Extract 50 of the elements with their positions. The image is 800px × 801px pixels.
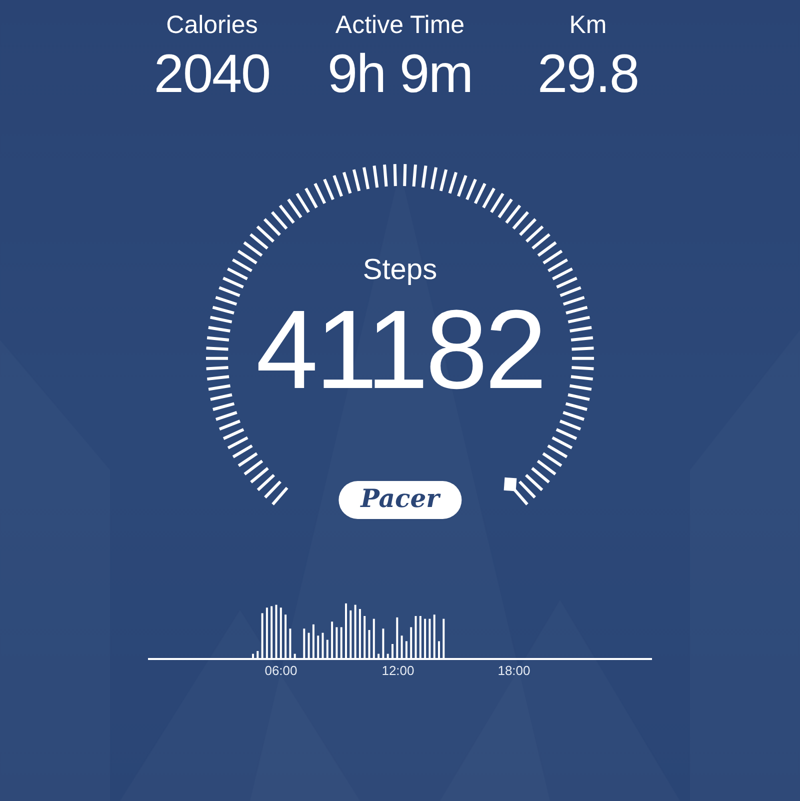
activity-bar [400, 636, 403, 658]
activity-bar [294, 654, 296, 658]
activity-bar [340, 627, 342, 658]
activity-bar [396, 617, 398, 658]
activity-bar [424, 618, 426, 658]
activity-bar [354, 604, 356, 658]
stat-label: Calories [166, 10, 258, 41]
activity-bar [326, 640, 328, 658]
activity-bar [405, 641, 408, 658]
activity-bar [308, 632, 310, 658]
activity-bar [350, 610, 352, 658]
activity-bar [414, 616, 417, 658]
activity-bar [312, 624, 314, 658]
activity-bar [410, 627, 412, 658]
activity-bar [358, 609, 361, 658]
activity-bar [317, 636, 320, 658]
activity-bar [428, 618, 431, 658]
activity-bar [372, 618, 375, 658]
activity-bar [270, 606, 273, 658]
activity-bar [261, 613, 264, 658]
activity-bar [378, 654, 380, 658]
gauge-marker [504, 477, 517, 492]
activity-bar [275, 604, 278, 658]
steps-count: 41182 [256, 290, 544, 410]
logo: Pacer [338, 481, 462, 519]
activity-bar [284, 614, 287, 658]
activity-bar [386, 654, 389, 658]
activity-bar [336, 627, 338, 658]
activity-bar [433, 614, 436, 658]
activity-bar [331, 622, 334, 658]
activity-bar [419, 616, 422, 658]
activity-bar [266, 608, 268, 658]
activity-bar [303, 628, 306, 658]
time-label: 12:00 [382, 663, 414, 678]
stat-value: 9h 9m [327, 43, 473, 106]
activity-bar [289, 628, 292, 658]
stat-value: 29.8 [537, 43, 639, 106]
activity-bar [280, 608, 282, 658]
stat-label: Active Time [335, 10, 465, 41]
activity-bar [364, 616, 366, 658]
time-label: 06:00 [264, 663, 298, 678]
activity-bar [322, 632, 324, 658]
time-label: 18:00 [498, 663, 530, 678]
activity-bar [368, 630, 370, 658]
stat-label: Km [569, 10, 607, 41]
activity-bar [256, 651, 259, 658]
activity-bar [382, 628, 384, 658]
stat-value: 2040 [154, 43, 270, 106]
steps-label: Steps [362, 253, 438, 288]
activity-bar [442, 618, 445, 658]
